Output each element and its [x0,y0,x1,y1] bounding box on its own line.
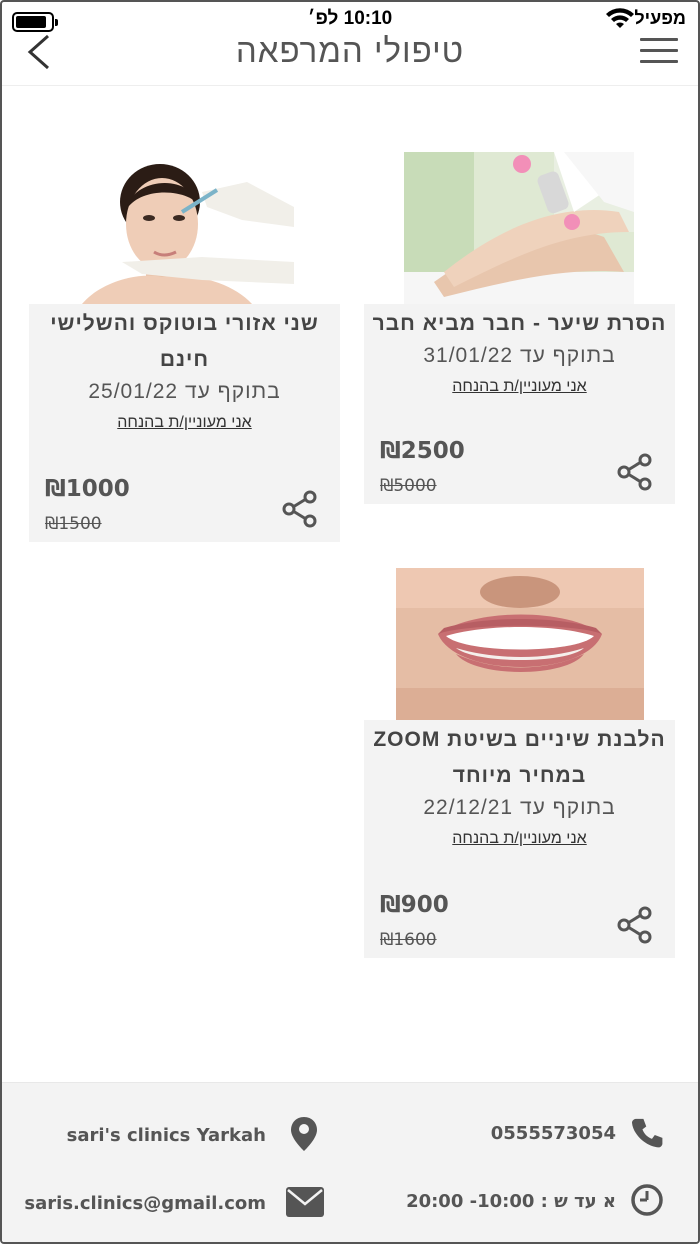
clock-icon [631,1184,663,1216]
menu-button[interactable] [640,38,678,63]
carrier-label: מפעיל [634,8,686,28]
clinic-address[interactable]: sari's clinics Yarkah [67,1125,266,1146]
share-icon[interactable] [615,905,655,945]
offer-card[interactable]: הסרת שיער - חבר מביא חבר בתוקף עד 31/01/… [364,304,675,504]
interest-link[interactable]: אני מעוניין/ת בהנחה [452,830,586,848]
offer-price: ₪900 [380,892,449,918]
offer-title: שני אזורי בוטוקס והשלישי חינם [50,312,319,371]
offer-old-price: ₪1500 [45,514,102,534]
contact-footer: 0555573054 sari's clinics Yarkah א עד ש … [2,1082,698,1242]
email-address[interactable]: saris.clinics@gmail.com [24,1193,266,1214]
offer-image-hair-removal[interactable] [404,152,634,304]
interest-link[interactable]: אני מעוניין/ת בהנחה [452,378,586,396]
app-frame: 10:10 לפ׳ מפעיל טיפולי המרפאה הסרת שיער … [0,0,700,1244]
hamburger-line [640,49,678,52]
offer-title: הסרת שיער - חבר מביא חבר [372,312,667,335]
envelope-icon[interactable] [286,1187,324,1217]
offer-title: הלבנת שיניים בשיטת ZOOM במחיר מיוחד [373,728,666,787]
botox-injection-photo [82,162,294,304]
offer-valid-until: בתוקף עד 31/01/22 [423,344,616,367]
opening-hours: א עד ש : 10:00- 20:00 [406,1191,616,1212]
share-icon[interactable] [615,452,655,492]
status-time: 10:10 לפ׳ [307,8,393,29]
laser-hair-removal-photo [404,152,634,304]
offer-image-botox[interactable] [82,162,294,304]
offer-image-teeth[interactable] [396,568,644,720]
teeth-whitening-photo [396,568,644,720]
hamburger-line [640,60,678,63]
page-title: טיפולי המרפאה [235,32,465,69]
share-icon[interactable] [280,489,320,529]
phone-number[interactable]: 0555573054 [491,1123,616,1144]
offer-old-price: ₪1600 [380,930,437,950]
interest-link[interactable]: אני מעוניין/ת בהנחה [117,414,251,432]
app-header: טיפולי המרפאה [2,32,698,86]
offer-price: ₪1000 [45,476,130,502]
offer-valid-until: בתוקף עד 22/12/21 [423,796,616,819]
offer-valid-until: בתוקף עד 25/01/22 [88,380,281,403]
offer-card[interactable]: הלבנת שיניים בשיטת ZOOM במחיר מיוחד בתוק… [364,720,675,958]
offer-price: ₪2500 [380,438,465,464]
status-bar: 10:10 לפ׳ מפעיל [2,6,698,32]
hamburger-icon [640,38,678,41]
offer-old-price: ₪5000 [380,476,437,496]
offer-card[interactable]: שני אזורי בוטוקס והשלישי חינם בתוקף עד 2… [29,304,340,542]
wifi-icon [606,8,634,28]
location-pin-icon[interactable] [291,1117,317,1151]
phone-icon[interactable] [632,1117,664,1149]
